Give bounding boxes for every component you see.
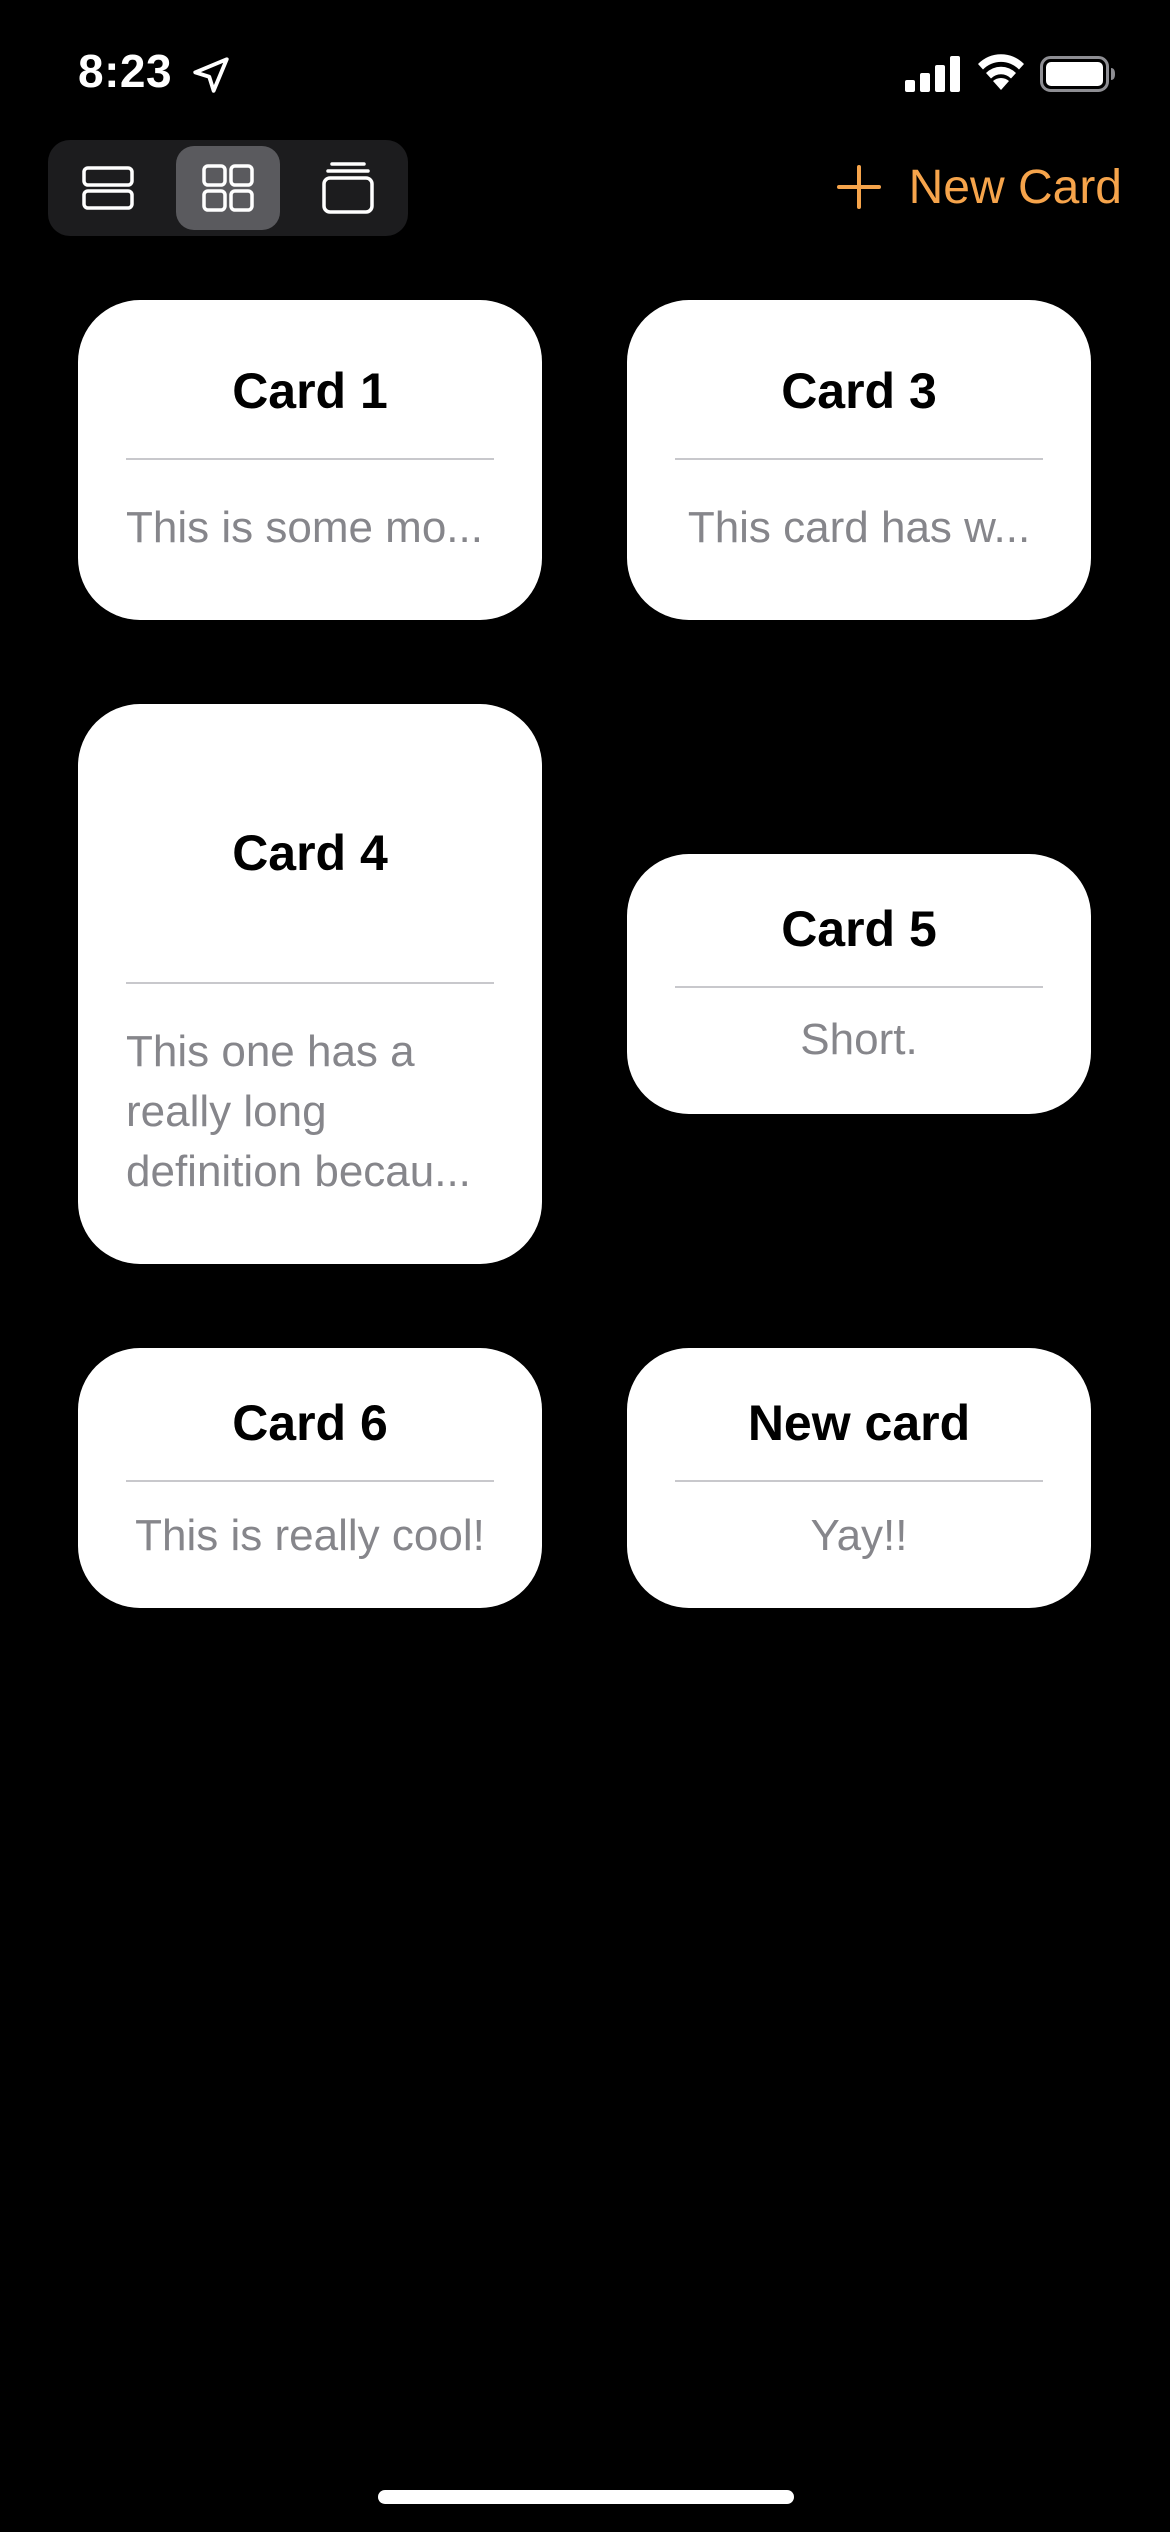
card-definition: This one has a really long definition be… bbox=[126, 1027, 471, 1196]
card-definition: This is some mo... bbox=[126, 503, 483, 552]
home-indicator[interactable] bbox=[378, 2490, 794, 2504]
card-4[interactable]: Card 4 This one has a really long defini… bbox=[78, 704, 542, 1264]
card-divider bbox=[675, 1480, 1043, 1482]
stack-view-button[interactable] bbox=[296, 146, 400, 230]
card-title: Card 3 bbox=[781, 363, 937, 419]
list-view-button[interactable] bbox=[56, 146, 160, 230]
new-card-button[interactable]: New Card bbox=[835, 152, 1122, 222]
new-card-label: New Card bbox=[908, 160, 1122, 214]
card-divider bbox=[126, 1480, 494, 1482]
card-title: Card 4 bbox=[232, 825, 388, 881]
card-stack-icon bbox=[322, 162, 374, 214]
list-rows-icon bbox=[82, 166, 134, 210]
card-divider bbox=[675, 458, 1043, 460]
card-title: New card bbox=[747, 1395, 971, 1451]
card-new[interactable]: New card Yay!! bbox=[627, 1348, 1091, 1608]
card-definition: Short. bbox=[800, 1015, 918, 1064]
card-title: Card 6 bbox=[232, 1395, 388, 1451]
card-divider bbox=[126, 982, 494, 984]
wifi-icon bbox=[978, 54, 1024, 90]
card-definition: This card has w... bbox=[687, 503, 1031, 552]
card-definition: Yay!! bbox=[810, 1511, 908, 1560]
card-5[interactable]: Card 5 Short. bbox=[627, 854, 1091, 1114]
cellular-signal-icon bbox=[905, 56, 960, 92]
view-mode-switcher bbox=[48, 140, 408, 236]
card-1[interactable]: Card 1 This is some mo... bbox=[78, 300, 542, 620]
card-definition: This is really cool! bbox=[135, 1511, 485, 1560]
battery-icon bbox=[1040, 56, 1115, 92]
card-3[interactable]: Card 3 This card has w... bbox=[627, 300, 1091, 620]
card-divider bbox=[126, 458, 494, 460]
grid-view-button[interactable] bbox=[176, 146, 280, 230]
card-divider bbox=[675, 986, 1043, 988]
grid-icon bbox=[202, 164, 254, 212]
status-bar: 8:23 bbox=[0, 0, 1170, 150]
status-time: 8:23 bbox=[78, 45, 173, 97]
card-title: Card 1 bbox=[232, 363, 388, 419]
card-title: Card 5 bbox=[781, 901, 937, 957]
card-6[interactable]: Card 6 This is really cool! bbox=[78, 1348, 542, 1608]
plus-icon bbox=[836, 165, 881, 209]
location-arrow-icon bbox=[193, 57, 229, 93]
